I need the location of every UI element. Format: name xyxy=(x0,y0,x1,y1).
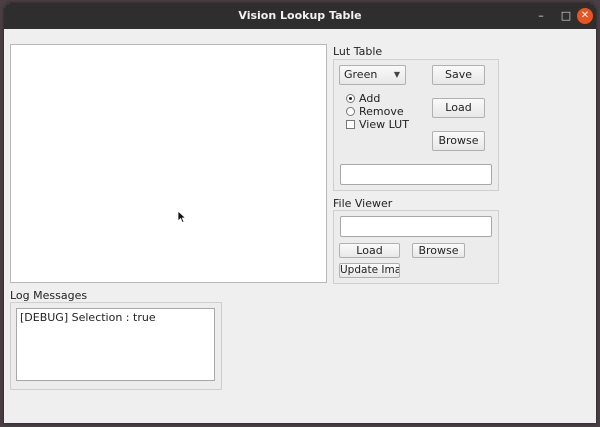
file-load-button[interactable]: Load xyxy=(339,243,400,258)
file-path-input[interactable] xyxy=(340,216,492,237)
remove-radio-label: Remove xyxy=(359,105,404,118)
mouse-pointer-icon xyxy=(177,210,187,224)
log-messages-heading: Log Messages xyxy=(10,289,88,302)
update-image-button[interactable]: Update Image xyxy=(339,263,400,278)
file-browse-button[interactable]: Browse xyxy=(412,243,465,258)
lut-table-heading: Lut Table xyxy=(333,45,383,58)
log-line: [DEBUG] Selection : true xyxy=(20,311,156,324)
log-output[interactable]: [DEBUG] Selection : true xyxy=(16,308,215,381)
window-title: Vision Lookup Table xyxy=(238,9,362,22)
add-radio-label: Add xyxy=(359,92,381,105)
color-select[interactable]: Green ▼ xyxy=(339,65,406,85)
view-lut-label: View LUT xyxy=(359,118,409,131)
view-lut-checkbox[interactable] xyxy=(346,120,355,129)
close-icon[interactable]: ✕ xyxy=(577,8,593,24)
lut-browse-button[interactable]: Browse xyxy=(432,131,485,151)
save-button[interactable]: Save xyxy=(432,65,485,85)
app-window: Vision Lookup Table – □ ✕ Lut Table Gree… xyxy=(4,3,596,423)
minimize-icon[interactable]: – xyxy=(533,8,549,24)
chevron-down-icon: ▼ xyxy=(393,70,400,79)
image-canvas[interactable] xyxy=(10,44,327,283)
maximize-icon[interactable]: □ xyxy=(558,8,574,24)
title-bar: Vision Lookup Table – □ ✕ xyxy=(4,3,596,29)
lut-load-button[interactable]: Load xyxy=(432,98,485,118)
file-viewer-heading: File Viewer xyxy=(333,197,393,210)
color-select-value: Green xyxy=(344,68,378,81)
lut-path-input[interactable] xyxy=(340,164,492,185)
add-radio[interactable] xyxy=(346,94,355,103)
remove-radio[interactable] xyxy=(346,107,355,116)
